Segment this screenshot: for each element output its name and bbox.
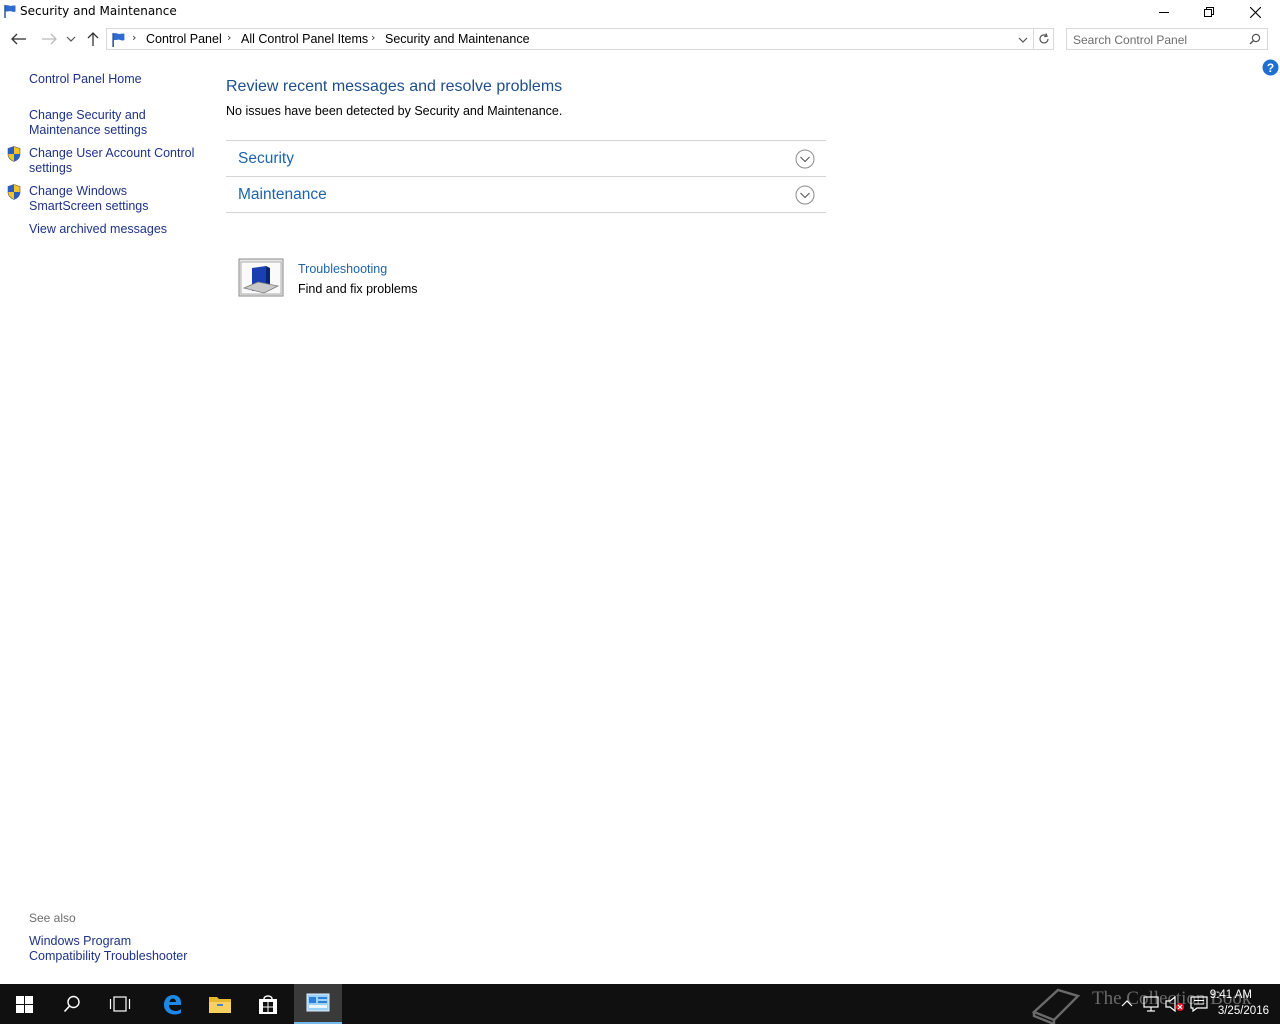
breadcrumb-security-maintenance[interactable]: Security and Maintenance [385, 32, 530, 46]
taskbar: The Collection Book 9:41 AM 3/25/2016 [0, 984, 1280, 1024]
minimize-button[interactable] [1141, 0, 1187, 24]
maintenance-section-header[interactable]: Maintenance [226, 176, 826, 212]
security-section-label[interactable]: Security [238, 150, 294, 168]
breadcrumb-separator-icon[interactable]: › [227, 31, 231, 44]
search-icon[interactable] [1249, 33, 1261, 45]
view-archived-messages-link[interactable]: View archived messages [29, 222, 167, 237]
troubleshooting-description: Find and fix problems [298, 282, 418, 296]
security-section-header[interactable]: Security [226, 140, 826, 176]
chevron-down-icon[interactable] [64, 30, 78, 48]
control-panel-taskbar-button[interactable] [294, 984, 342, 1024]
change-security-settings-link[interactable]: Change Security and Maintenance settings [29, 108, 199, 138]
store-icon [259, 995, 277, 1014]
clock-date[interactable]: 3/25/2016 [1218, 1005, 1269, 1017]
uac-shield-icon [7, 146, 21, 162]
flag-icon [112, 33, 125, 47]
file-explorer-icon [209, 997, 231, 1013]
task-view-icon [109, 996, 131, 1012]
chevron-up-icon[interactable] [1121, 998, 1133, 1008]
taskbar-search-button[interactable] [48, 984, 96, 1024]
back-arrow-icon[interactable] [8, 30, 30, 48]
file-explorer-button[interactable] [196, 984, 244, 1024]
close-button[interactable] [1232, 0, 1278, 24]
control-panel-home-link[interactable]: Control Panel Home [29, 72, 142, 87]
expand-chevron-icon[interactable] [795, 185, 815, 205]
breadcrumb-separator-icon[interactable]: › [132, 31, 136, 44]
start-icon [15, 995, 33, 1013]
control-panel-icon [306, 993, 330, 1012]
help-icon[interactable]: ? [1262, 59, 1279, 76]
change-smartscreen-settings-link[interactable]: Change Windows SmartScreen settings [29, 184, 199, 214]
compatibility-troubleshooter-link[interactable]: Windows Program Compatibility Troublesho… [29, 934, 199, 964]
uac-shield-icon [7, 184, 21, 200]
svg-text:?: ? [1267, 61, 1274, 75]
address-bar[interactable]: › Control Panel › All Control Panel Item… [106, 28, 1034, 50]
troubleshooting-icon[interactable] [238, 258, 284, 298]
clock-time[interactable]: 9:41 AM [1210, 989, 1252, 1001]
see-also-heading: See also [29, 911, 76, 925]
window-title: Security and Maintenance [20, 4, 177, 18]
refresh-button[interactable] [1034, 28, 1054, 50]
close-icon [1249, 6, 1261, 18]
edge-icon [164, 995, 181, 1015]
edge-button[interactable] [148, 984, 196, 1024]
status-message: No issues have been detected by Security… [226, 104, 563, 118]
restore-icon [1204, 7, 1214, 17]
store-button[interactable] [244, 984, 292, 1024]
section-divider [226, 212, 826, 213]
change-uac-settings-link[interactable]: Change User Account Control settings [29, 146, 199, 176]
start-button[interactable] [0, 984, 48, 1024]
search-icon [63, 995, 80, 1013]
minimize-icon [1159, 12, 1169, 13]
troubleshooting-link[interactable]: Troubleshooting [298, 262, 387, 276]
network-icon[interactable] [1142, 996, 1160, 1012]
restore-button[interactable] [1186, 0, 1232, 24]
forward-arrow-icon[interactable] [38, 30, 60, 48]
expand-chevron-icon[interactable] [795, 149, 815, 169]
maintenance-section-label[interactable]: Maintenance [238, 186, 327, 204]
breadcrumb-control-panel[interactable]: Control Panel [146, 32, 222, 46]
volume-muted-icon[interactable] [1165, 996, 1185, 1012]
action-center-icon[interactable] [1190, 996, 1208, 1012]
search-input[interactable] [1073, 32, 1243, 47]
search-box[interactable] [1066, 28, 1268, 50]
refresh-icon [1038, 33, 1049, 44]
task-view-button[interactable] [96, 984, 144, 1024]
title-bar: Security and Maintenance [0, 0, 1280, 24]
watermark-book-icon [1031, 988, 1081, 1024]
flag-icon [4, 5, 16, 18]
address-dropdown-icon[interactable] [1017, 34, 1029, 46]
breadcrumb-all-items[interactable]: All Control Panel Items [241, 32, 368, 46]
page-title: Review recent messages and resolve probl… [226, 78, 563, 95]
up-arrow-icon[interactable] [84, 30, 102, 48]
breadcrumb-separator-icon[interactable]: › [371, 31, 375, 44]
